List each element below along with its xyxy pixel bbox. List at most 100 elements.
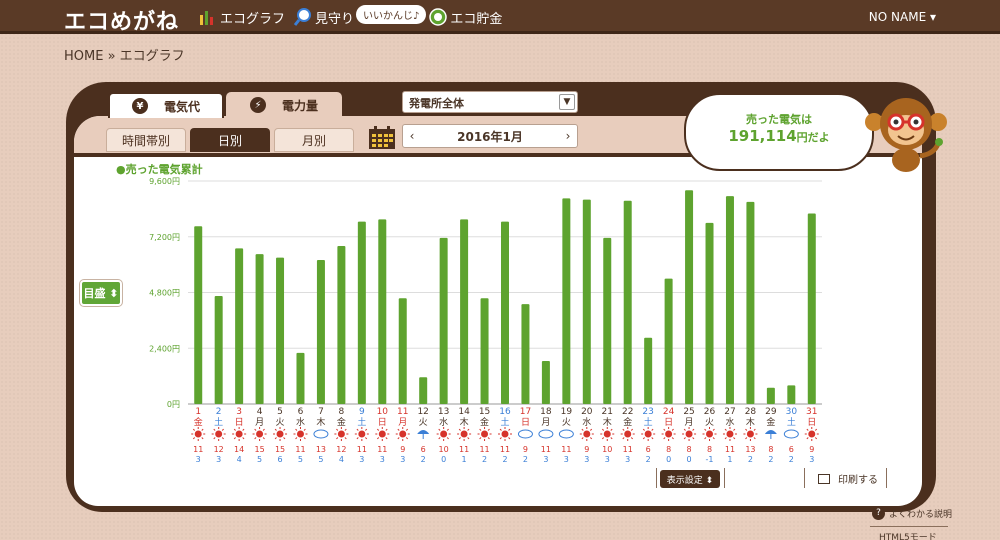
faq-link[interactable]: ? よくわかる説明: [872, 507, 952, 520]
cloud-icon: [517, 429, 533, 439]
y-tick-label: 7,200円: [149, 233, 180, 242]
sun-ray: [601, 428, 605, 431]
umbrella-icon: [417, 430, 430, 434]
sun-ray: [589, 437, 593, 440]
x-tick-weekday: 土: [214, 416, 223, 428]
sun-icon: [706, 430, 714, 438]
sun-ray: [295, 437, 298, 440]
x-tick-weekday: 土: [357, 416, 366, 428]
x-tick-day: 12: [417, 407, 428, 417]
temp-high: 9: [400, 445, 405, 454]
sun-ray: [262, 428, 265, 431]
sun-ray: [233, 437, 236, 440]
sun-ray: [745, 437, 748, 440]
goal-scale-button[interactable]: 目盛 ⬍: [80, 280, 122, 306]
x-tick-weekday: 金: [337, 416, 346, 428]
bar: [378, 219, 387, 404]
html5-mode-link[interactable]: HTML5モード: [870, 526, 948, 540]
sun-ray: [274, 428, 277, 431]
x-tick-day: 29: [765, 407, 777, 417]
sun-ray: [344, 428, 347, 431]
cloud-icon: [558, 429, 574, 439]
daily-bar-chart: 0円2,400円4,800円7,200円9,600円1金1132土1233日14…: [149, 177, 822, 464]
sun-icon: [235, 430, 243, 438]
bar: [541, 361, 550, 404]
temp-high: 14: [234, 445, 244, 454]
x-tick-weekday: 火: [419, 417, 428, 428]
print-button[interactable]: 印刷する: [818, 471, 878, 486]
bar: [787, 385, 796, 404]
y-tick-label: 4,800円: [149, 289, 180, 298]
x-tick-weekday: 月: [541, 417, 550, 428]
sun-ray: [405, 428, 409, 431]
x-tick-day: 10: [377, 407, 389, 417]
x-tick-day: 25: [683, 407, 694, 417]
x-tick-weekday: 水: [725, 416, 734, 428]
sun-icon: [665, 430, 673, 438]
temp-low: 3: [625, 455, 630, 464]
temp-high: 11: [357, 445, 367, 454]
temp-low: 2: [421, 455, 426, 464]
y-tick-label: 0円: [167, 400, 180, 409]
sun-ray: [192, 428, 196, 431]
x-tick-day: 14: [458, 407, 470, 417]
y-tick-label: 9,600円: [149, 177, 180, 186]
sun-ray: [201, 437, 204, 440]
sun-ray: [733, 428, 736, 431]
sun-icon: [194, 430, 202, 438]
sun-ray: [581, 437, 584, 440]
temp-low: 3: [605, 455, 610, 464]
sun-ray: [692, 428, 695, 431]
faq-label: よくわかる説明: [889, 510, 953, 520]
x-tick-weekday: 土: [644, 416, 653, 428]
bar: [460, 219, 469, 404]
sun-ray: [242, 437, 245, 440]
temp-high: 8: [707, 445, 712, 454]
sun-ray: [663, 437, 666, 440]
sun-ray: [458, 428, 461, 431]
temp-low: 0: [441, 455, 446, 464]
sun-icon: [644, 430, 652, 438]
temp-high: 12: [214, 445, 224, 454]
temp-low: 1: [727, 455, 732, 464]
speech-label: 売った電気は: [746, 113, 812, 126]
sun-ray: [274, 437, 277, 440]
temp-high: 13: [316, 445, 326, 454]
x-tick-day: 15: [479, 407, 490, 417]
speech-amount-line: 191,114円だよ: [686, 127, 872, 145]
sun-ray: [479, 428, 482, 431]
x-tick-day: 26: [704, 407, 716, 417]
temp-high: 12: [336, 445, 346, 454]
temp-high: 8: [687, 445, 692, 454]
summary-speech-bubble: 売った電気は 191,114円だよ: [684, 93, 874, 171]
sun-ray: [630, 428, 634, 431]
x-tick-day: 6: [298, 407, 304, 417]
sun-ray: [336, 437, 339, 440]
temp-low: 0: [687, 455, 692, 464]
sun-icon: [685, 430, 693, 438]
sun-ray: [467, 437, 470, 440]
sun-ray: [499, 437, 502, 440]
cloud-icon: [538, 429, 554, 439]
temp-low: 1: [462, 455, 467, 464]
sun-icon: [296, 430, 304, 438]
display-settings-button[interactable]: 表示設定 ⬍: [660, 470, 720, 488]
sun-ray: [508, 428, 511, 431]
sun-ray: [295, 428, 298, 431]
bar: [705, 222, 714, 404]
temp-high: 11: [377, 445, 387, 454]
temp-low: 5: [257, 455, 262, 464]
x-tick-day: 19: [561, 407, 573, 417]
sun-icon: [215, 430, 223, 438]
umbrella-icon: [764, 430, 777, 434]
x-tick-day: 16: [499, 407, 511, 417]
x-tick-day: 1: [195, 407, 201, 417]
sun-icon: [256, 430, 264, 438]
bar: [419, 377, 428, 404]
sun-ray: [753, 428, 756, 431]
sun-ray: [487, 437, 490, 440]
sun-ray: [405, 437, 409, 440]
sun-ray: [601, 437, 605, 440]
temp-high: 6: [421, 445, 426, 454]
temp-low: 3: [543, 455, 548, 464]
